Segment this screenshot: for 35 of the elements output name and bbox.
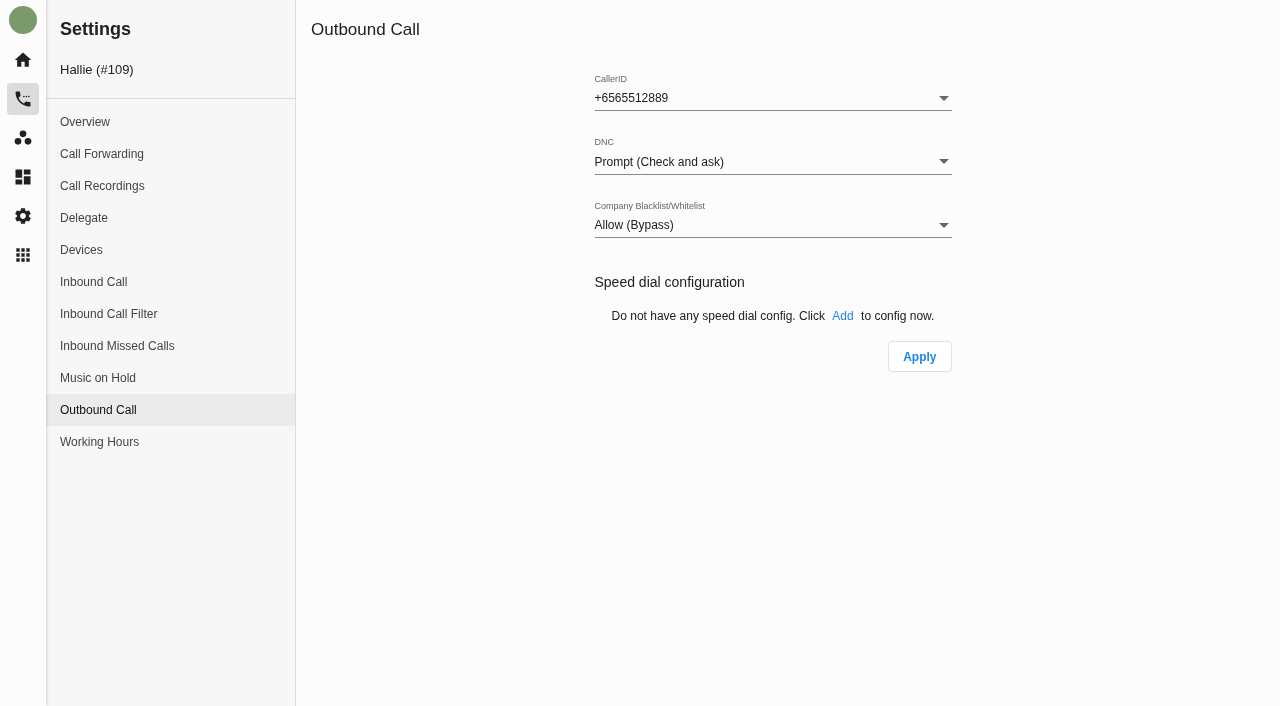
apply-button[interactable]: Apply — [888, 341, 952, 372]
avatar[interactable] — [9, 6, 37, 34]
settings-icon — [13, 206, 33, 226]
sidebar-item[interactable]: Music on Hold — [46, 361, 295, 394]
user-name: Hallie (#109) — [46, 43, 295, 99]
empty-message: Do not have any speed dial config. Click Add to config now. — [610, 308, 936, 325]
group-icon — [13, 128, 33, 148]
sidebar-item[interactable]: Outbound Call — [46, 393, 295, 426]
sidebar-item[interactable]: Delegate — [46, 201, 295, 234]
sidebar-item[interactable]: Inbound Missed Calls — [46, 329, 295, 362]
dropdown-caret-icon — [938, 95, 949, 101]
select-field[interactable]: Prompt (Check and ask) — [594, 152, 952, 175]
page-title: Outbound Call — [310, 19, 421, 41]
dashboard-icon — [13, 167, 33, 187]
dropdown-caret-icon — [938, 222, 949, 228]
sidebar-item[interactable]: Inbound Call Filter — [46, 297, 295, 330]
select-field[interactable]: +6565512889 — [594, 89, 952, 111]
sidebar-item[interactable]: Call Forwarding — [46, 137, 295, 170]
field-label: CallerID — [594, 72, 628, 86]
sidebar-item[interactable]: Call Recordings — [46, 169, 295, 202]
phone-nav-button[interactable] — [7, 83, 39, 115]
grid-icon — [13, 245, 33, 265]
add-link[interactable]: Add — [832, 309, 854, 323]
field-label: DNC — [594, 136, 615, 149]
sidebar-title: Settings — [59, 18, 132, 41]
select-field[interactable]: Allow (Bypass) — [594, 216, 952, 238]
section-heading: Speed dial configuration — [594, 273, 746, 292]
sidebar-item[interactable]: Devices — [46, 233, 295, 266]
field-label: Company Blacklist/Whitelist — [594, 199, 707, 213]
sidebar-item[interactable]: Inbound Call — [46, 265, 295, 298]
sidebar-item[interactable]: Overview — [46, 105, 295, 138]
home-icon — [13, 50, 33, 70]
dropdown-caret-icon — [938, 159, 949, 164]
sidebar-item[interactable]: Working Hours — [46, 425, 295, 458]
phone-icon — [13, 89, 33, 109]
